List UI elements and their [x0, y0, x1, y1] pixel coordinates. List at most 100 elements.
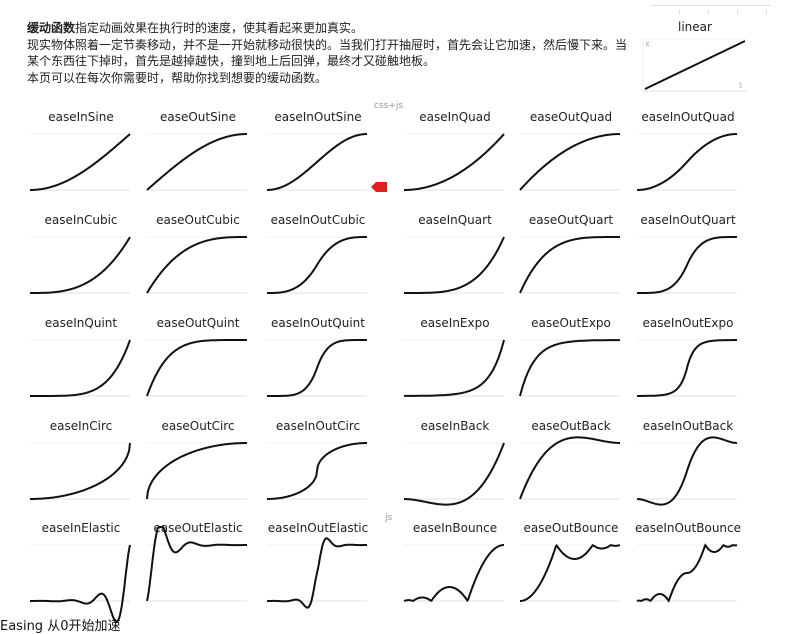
- easing-curve: [637, 436, 737, 506]
- easing-card-ease-in-out-sine[interactable]: easeInOutSine: [262, 110, 374, 210]
- easing-curve: [267, 442, 367, 500]
- easing-curve: [637, 339, 737, 397]
- linear-card[interactable]: linear x t: [642, 20, 747, 92]
- easing-name: easeOutQuad: [529, 110, 613, 124]
- easing-name: easeInOutBounce: [634, 521, 742, 535]
- easing-card-ease-in-quad[interactable]: easeInQuad: [399, 110, 511, 210]
- easing-card-ease-out-quart[interactable]: easeOutQuart: [515, 213, 627, 313]
- bottom-text: Easing 从0开始加速: [0, 619, 121, 634]
- easing-name: easeInExpo: [420, 316, 490, 330]
- intro-help: 本页可以在每次你需要时，帮助你找到想要的缓动函数。: [27, 71, 328, 85]
- linear-y-axis-label: x: [645, 39, 650, 48]
- easing-card-ease-in-back[interactable]: easeInBack: [399, 419, 511, 519]
- easing-curve: [637, 236, 737, 294]
- top-tab-strip: [651, 0, 771, 15]
- easing-card-ease-in-elastic[interactable]: easeInElastic: [25, 521, 137, 623]
- easing-curve: [30, 544, 131, 623]
- easing-card-ease-in-quint[interactable]: easeInQuint: [25, 316, 137, 416]
- easing-name: easeInOutCubic: [270, 213, 366, 227]
- easing-name: easeInOutSine: [274, 110, 362, 124]
- easing-name: easeInOutElastic: [267, 521, 369, 535]
- easing-graph: [404, 442, 505, 506]
- easing-graph: [30, 236, 131, 294]
- easing-curve: [30, 236, 131, 294]
- easing-curve: [146, 236, 247, 294]
- easing-graph: [636, 543, 738, 603]
- easing-curve: [146, 526, 247, 602]
- easing-curve: [30, 339, 131, 397]
- easing-name: easeInOutQuart: [640, 213, 736, 227]
- easing-curve: [403, 544, 504, 603]
- easing-curve: [404, 442, 505, 506]
- easing-name: easeInElastic: [41, 521, 121, 535]
- easing-graph: [637, 339, 737, 397]
- intro-paragraph: 现实物体照着一定节奏移动，并不是一开始就移动很快的。当我们打开抽屉时，首先会让它…: [27, 38, 628, 68]
- easing-curve: [519, 436, 620, 500]
- easing-name: easeOutSine: [159, 110, 237, 124]
- easing-graph: [267, 442, 367, 500]
- easing-card-ease-in-out-quart[interactable]: easeInOutQuart: [632, 213, 744, 313]
- easing-name: easeOutQuart: [528, 213, 614, 227]
- easing-name: easeInOutQuint: [271, 316, 365, 330]
- easing-graph: [404, 133, 505, 191]
- easing-card-ease-in-expo[interactable]: easeInExpo: [399, 316, 511, 416]
- easing-graph: [637, 436, 737, 506]
- easing-card-ease-out-elastic[interactable]: easeOutElastic: [142, 521, 254, 621]
- linear-curve: [644, 40, 746, 90]
- easing-card-ease-out-sine[interactable]: easeOutSine: [142, 110, 254, 210]
- easing-graph: [30, 339, 131, 397]
- easing-name: easeInBack: [420, 419, 490, 433]
- intro-title-rest: 指定动画效果在执行时的速度，使其看起来更加真实。: [75, 21, 364, 35]
- easing-graph: [267, 537, 367, 609]
- easing-card-ease-out-circ[interactable]: easeOutCirc: [142, 419, 254, 519]
- easing-graph: [30, 544, 131, 623]
- easing-graph: [519, 236, 620, 294]
- easing-card-ease-in-out-cubic[interactable]: easeInOutCubic: [262, 213, 374, 313]
- easing-card-ease-out-back[interactable]: easeOutBack: [515, 419, 627, 519]
- easing-card-ease-out-quad[interactable]: easeOutQuad: [515, 110, 627, 210]
- easing-card-ease-in-cubic[interactable]: easeInCubic: [25, 213, 137, 313]
- easing-curve: [519, 133, 620, 191]
- easing-graph: [267, 133, 367, 191]
- easing-card-ease-in-out-quint[interactable]: easeInOutQuint: [262, 316, 374, 416]
- easing-curve: [146, 133, 247, 191]
- easing-curve: [404, 236, 505, 294]
- easing-name: easeInCirc: [49, 419, 113, 433]
- easing-card-ease-out-bounce[interactable]: easeOutBounce: [515, 521, 627, 621]
- easing-name: easeInOutBack: [642, 419, 734, 433]
- easing-card-ease-in-out-quad[interactable]: easeInOutQuad: [632, 110, 744, 210]
- easing-graph: [146, 339, 247, 397]
- easing-card-ease-in-out-circ[interactable]: easeInOutCirc: [262, 419, 374, 519]
- easing-graph: [403, 339, 505, 397]
- intro-title: 缓动函数: [27, 21, 76, 35]
- easing-card-ease-in-out-expo[interactable]: easeInOutExpo: [632, 316, 744, 416]
- easing-graph: [146, 133, 247, 191]
- js-label: js: [385, 513, 393, 523]
- easing-card-ease-in-out-bounce[interactable]: easeInOutBounce: [632, 521, 744, 621]
- easing-card-ease-in-out-elastic[interactable]: easeInOutElastic: [262, 521, 374, 621]
- easing-graph: [30, 133, 131, 191]
- easing-card-ease-in-sine[interactable]: easeInSine: [25, 110, 137, 210]
- easing-card-ease-out-quint[interactable]: easeOutQuint: [142, 316, 254, 416]
- easing-card-ease-out-cubic[interactable]: easeOutCubic: [142, 213, 254, 313]
- easing-graph: [30, 442, 131, 500]
- easing-curve: [30, 133, 131, 191]
- easing-curve: [637, 133, 737, 191]
- easing-name: easeOutQuint: [156, 316, 240, 330]
- easing-card-ease-out-expo[interactable]: easeOutExpo: [515, 316, 627, 416]
- easing-curve: [636, 543, 738, 603]
- easing-card-ease-in-circ[interactable]: easeInCirc: [25, 419, 137, 519]
- easing-graph: [519, 436, 620, 500]
- easing-curve: [267, 537, 367, 609]
- easing-card-ease-in-bounce[interactable]: easeInBounce: [399, 521, 511, 621]
- linear-graph: x t: [642, 38, 747, 92]
- easing-graph: [267, 339, 367, 397]
- easing-curve: [404, 133, 505, 191]
- easing-name: easeOutExpo: [531, 316, 611, 330]
- easing-curve: [403, 339, 505, 397]
- easing-card-ease-in-out-back[interactable]: easeInOutBack: [632, 419, 744, 519]
- easing-name: easeInQuad: [419, 110, 491, 124]
- easing-graph: [146, 526, 247, 602]
- easing-card-ease-in-quart[interactable]: easeInQuart: [399, 213, 511, 313]
- easing-name: easeInQuint: [44, 316, 118, 330]
